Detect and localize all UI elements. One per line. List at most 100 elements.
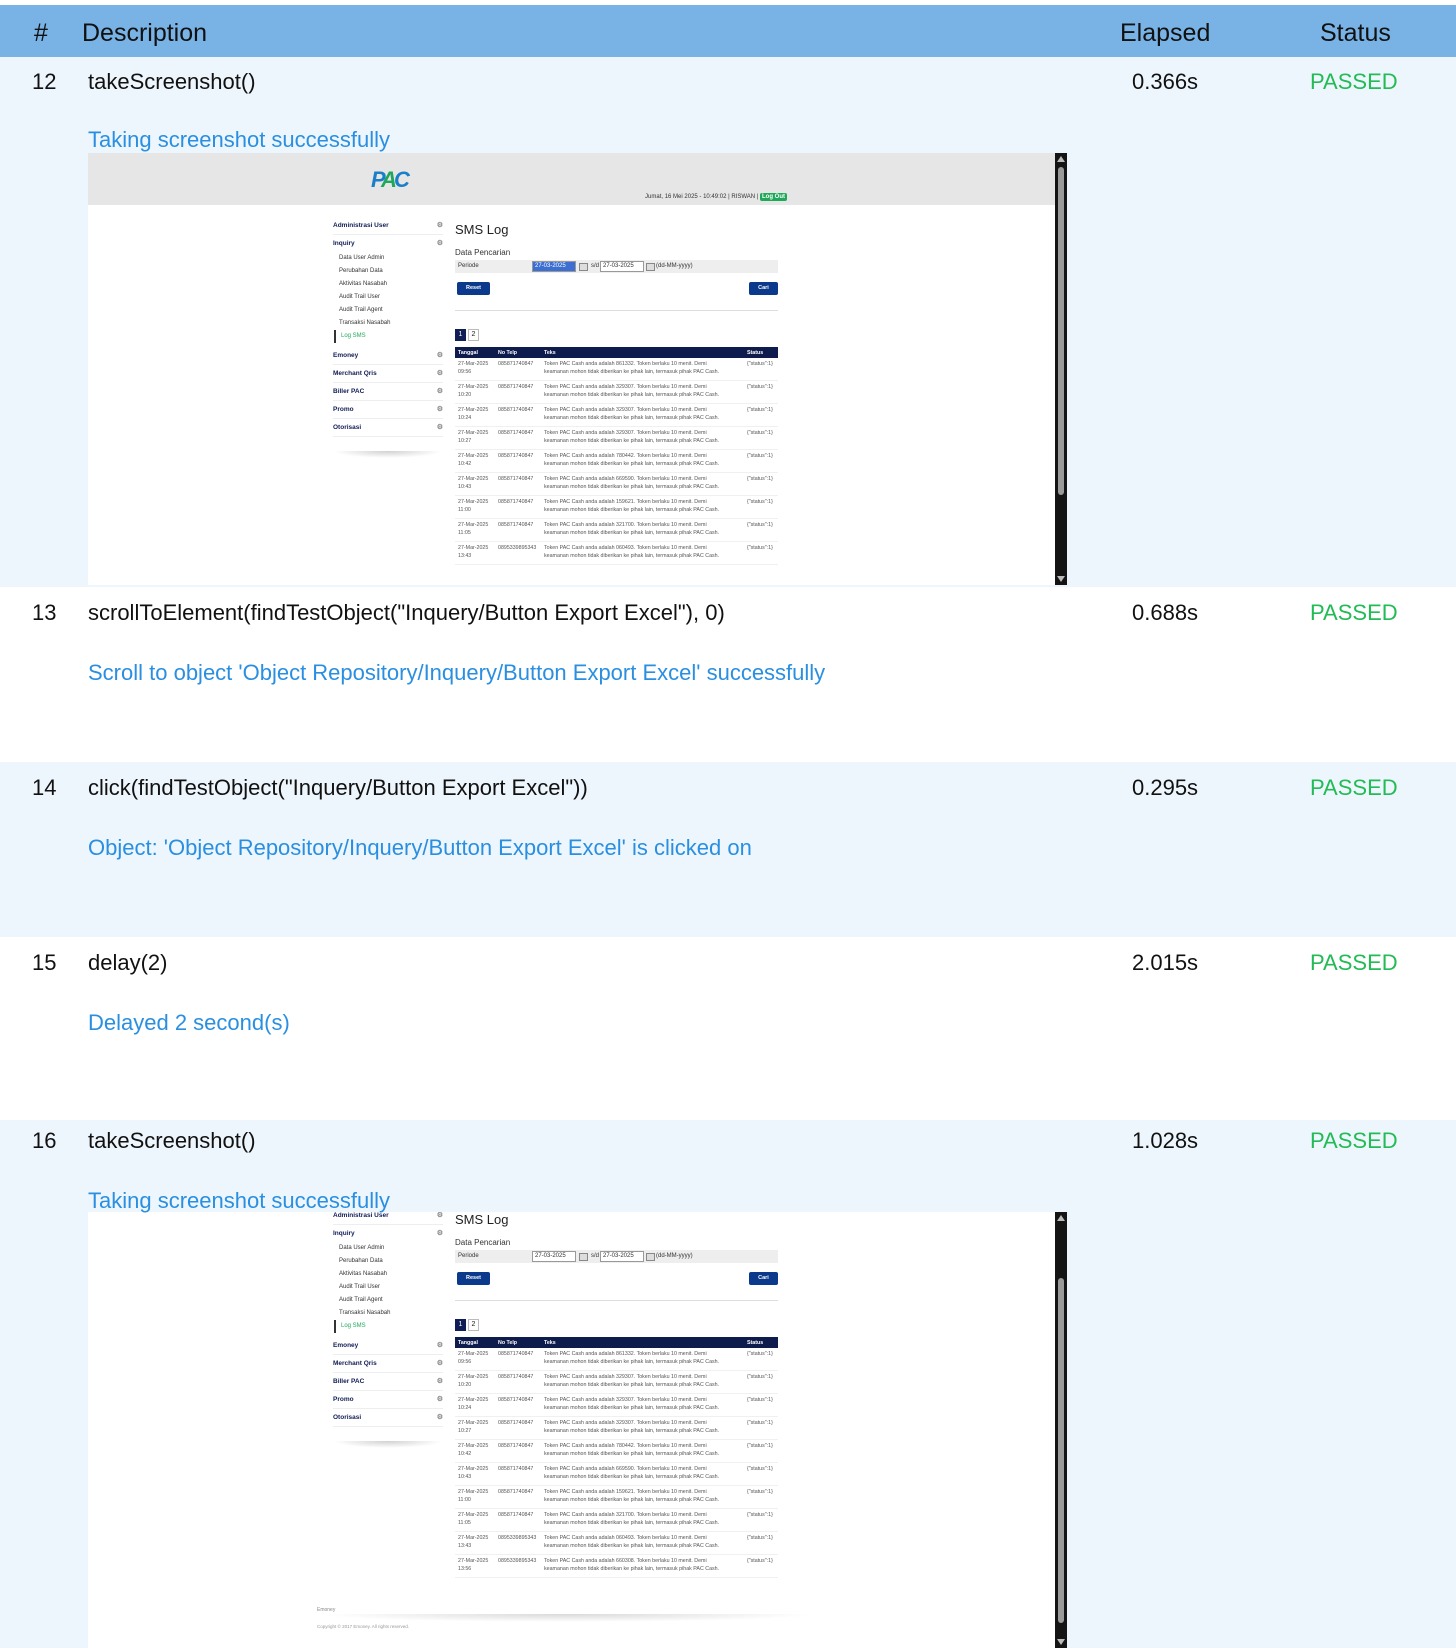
sidebar-menu: Administrasi User ⚙ Inquiry ⚙ Data User Ad… (333, 1212, 443, 1448)
step-message: Delayed 2 second(s) (88, 1010, 290, 1035)
cari-button[interactable]: Cari (749, 1272, 778, 1285)
scroll-down-arrow-icon (1057, 1639, 1065, 1645)
sidebar-menu: Administrasi User ⚙ Inquiry ⚙ Data User Ad… (333, 217, 443, 458)
table-row: 27-Mar-2025 10:27 085871740847 Token PAC Ca… (455, 426, 778, 450)
date-from-input[interactable]: 27-03-2025 (532, 1251, 576, 1262)
screenshot-scrollbar (1055, 1212, 1067, 1648)
col-teks: Teks (541, 347, 744, 358)
sidebar-subitem[interactable]: Perubahan Data (333, 1255, 443, 1268)
page-title: SMS Log (455, 1212, 509, 1227)
step-elapsed: 0.295s (1132, 775, 1199, 800)
footer-copyright: Copyright © 2017 Emoney. All rights rese… (317, 1624, 410, 1629)
periode-label: Periode (458, 263, 479, 269)
logout-button[interactable]: Log Out (760, 193, 787, 201)
sidebar-subitem-active[interactable]: Log SMS (334, 330, 443, 343)
pagination: 12 (455, 329, 778, 341)
scroll-thumb (1058, 1278, 1064, 1623)
step-message: Taking screenshot successfully (88, 1188, 391, 1213)
calendar-icon[interactable] (579, 263, 588, 271)
col-teks: Teks (541, 1337, 744, 1348)
page-1-button[interactable]: 1 (455, 1319, 466, 1331)
page-2-button[interactable]: 2 (468, 329, 479, 341)
cari-button[interactable]: Cari (749, 282, 778, 295)
step-number: 13 (32, 600, 57, 625)
step-message: Scroll to object 'Object Repository/Inqu… (88, 660, 826, 685)
step-message: Object: 'Object Repository/Inquery/Butto… (88, 835, 752, 860)
table-row: 27-Mar-2025 10:24 085871740847 Token PAC Ca… (455, 1393, 778, 1417)
sidebar-item-promo[interactable]: Promo ⚙ (333, 401, 443, 419)
step-elapsed: 0.688s (1132, 600, 1199, 625)
sidebar-shadow (333, 451, 443, 458)
sidebar-item-emoney[interactable]: Emoney ⚙ (333, 347, 443, 365)
scroll-up-arrow-icon (1057, 1215, 1065, 1221)
calendar-icon[interactable] (646, 263, 655, 271)
table-row: 27-Mar-2025 10:27 085871740847 Token PAC Ca… (455, 1416, 778, 1440)
step-keyword: delay(2) (88, 950, 168, 975)
sidebar-subitem[interactable]: Transaksi Nasabah (333, 317, 443, 330)
sidebar-item-otorisasi[interactable]: Otorisasi ⚙ (333, 419, 443, 437)
sidebar-subitem[interactable]: Audit Trail User (333, 1281, 443, 1294)
table-row: 27-Mar-2025 09:56 085871740847 Token PAC Ca… (455, 1348, 778, 1371)
step-status: PASSED (1310, 775, 1398, 800)
sidebar-item-otorisasi[interactable]: Otorisasi ⚙ (333, 1409, 443, 1427)
sidebar-item-merchant-qris[interactable]: Merchant Qris ⚙ (333, 365, 443, 383)
gear-icon: ⚙ (436, 406, 443, 413)
reset-button[interactable]: Reset (457, 282, 490, 295)
gear-icon: ⚙ (436, 1414, 443, 1421)
action-buttons: Reset Cari (455, 1272, 778, 1286)
step-row-16: 16 takeScreenshot() 1.028s PASSED Admini… (0, 1120, 1456, 1648)
sidebar-subitem[interactable]: Data User Admin (333, 252, 443, 265)
step-elapsed: 2.015s (1132, 950, 1199, 975)
footer-shadow (317, 1614, 817, 1622)
sidebar-subitem[interactable]: Audit Trail User (333, 291, 443, 304)
sidebar-subitem[interactable]: Aktivitas Nasabah (333, 1268, 443, 1281)
col-no-telp: No Telp (495, 347, 541, 358)
sidebar-item-emoney[interactable]: Emoney ⚙ (333, 1337, 443, 1355)
date-from-input[interactable]: 27-03-2025 (532, 261, 576, 272)
sd-label: s/d (591, 263, 600, 269)
page-1-button[interactable]: 1 (455, 329, 466, 341)
calendar-icon[interactable] (646, 1253, 655, 1261)
sms-log-table: Tanggal No Telp Teks Status 27-Mar-2025 0… (455, 347, 778, 565)
sidebar-item-promo[interactable]: Promo ⚙ (333, 1391, 443, 1409)
date-to-input[interactable]: 27-03-2025 (600, 261, 644, 272)
step-row-14: 14 click(findTestObject("Inquery/Button … (0, 762, 1456, 937)
session-info: Jumat, 16 Mei 2025 - 10:49:02 | RISWAN |… (645, 193, 787, 201)
table-row: 27-Mar-2025 10:24 085871740847 Token PAC Ca… (455, 403, 778, 427)
gear-icon: ⚙ (436, 240, 443, 247)
date-to-input[interactable]: 27-03-2025 (600, 1251, 644, 1262)
step-row-12: 12 takeScreenshot() 0.366s PASSED Taking… (0, 57, 1456, 587)
sidebar-subitem-active[interactable]: Log SMS (334, 1320, 443, 1333)
sidebar-item-inquiry[interactable]: Inquiry ⚙ (333, 235, 443, 252)
sidebar-item-biller-pac[interactable]: Biller PAC ⚙ (333, 1373, 443, 1391)
sidebar-subitem[interactable]: Perubahan Data (333, 265, 443, 278)
step-status: PASSED (1310, 1128, 1398, 1153)
action-buttons: Reset Cari (455, 282, 778, 296)
calendar-icon[interactable] (579, 1253, 588, 1261)
gear-icon: ⚙ (436, 370, 443, 377)
sidebar-subitem[interactable]: Audit Trail Agent (333, 304, 443, 317)
pagination: 12 (455, 1319, 778, 1331)
col-no-telp: No Telp (495, 1337, 541, 1348)
divider (455, 1300, 778, 1301)
sidebar-subitem[interactable]: Data User Admin (333, 1242, 443, 1255)
table-row: 27-Mar-2025 10:42 085871740847 Token PAC Ca… (455, 449, 778, 473)
reset-button[interactable]: Reset (457, 1272, 490, 1285)
scroll-up-arrow-icon (1057, 156, 1065, 162)
sidebar-item-inquiry[interactable]: Inquiry ⚙ (333, 1225, 443, 1242)
table-row: 27-Mar-2025 11:05 085871740847 Token PAC Ca… (455, 1508, 778, 1532)
sidebar-item-administrasi-user[interactable]: Administrasi User ⚙ (333, 217, 443, 235)
main-content: SMS Log Data Pencarian Periode 27-03-202… (455, 1212, 778, 1578)
sidebar-item-biller-pac[interactable]: Biller PAC ⚙ (333, 383, 443, 401)
step-keyword: takeScreenshot() (88, 69, 256, 94)
report-table-header: # Description Elapsed Status (0, 5, 1456, 57)
sidebar-subitem[interactable]: Audit Trail Agent (333, 1294, 443, 1307)
page-2-button[interactable]: 2 (468, 1319, 479, 1331)
sidebar-subitem[interactable]: Transaksi Nasabah (333, 1307, 443, 1320)
sidebar-subitem[interactable]: Aktivitas Nasabah (333, 278, 443, 291)
col-status: Status (744, 1337, 778, 1348)
table-row: 27-Mar-2025 10:20 085871740847 Token PAC Ca… (455, 380, 778, 404)
sidebar-item-merchant-qris[interactable]: Merchant Qris ⚙ (333, 1355, 443, 1373)
table-row: 27-Mar-2025 13:43 0895339895343 Token PAC C… (455, 1531, 778, 1555)
scroll-thumb (1058, 167, 1064, 495)
